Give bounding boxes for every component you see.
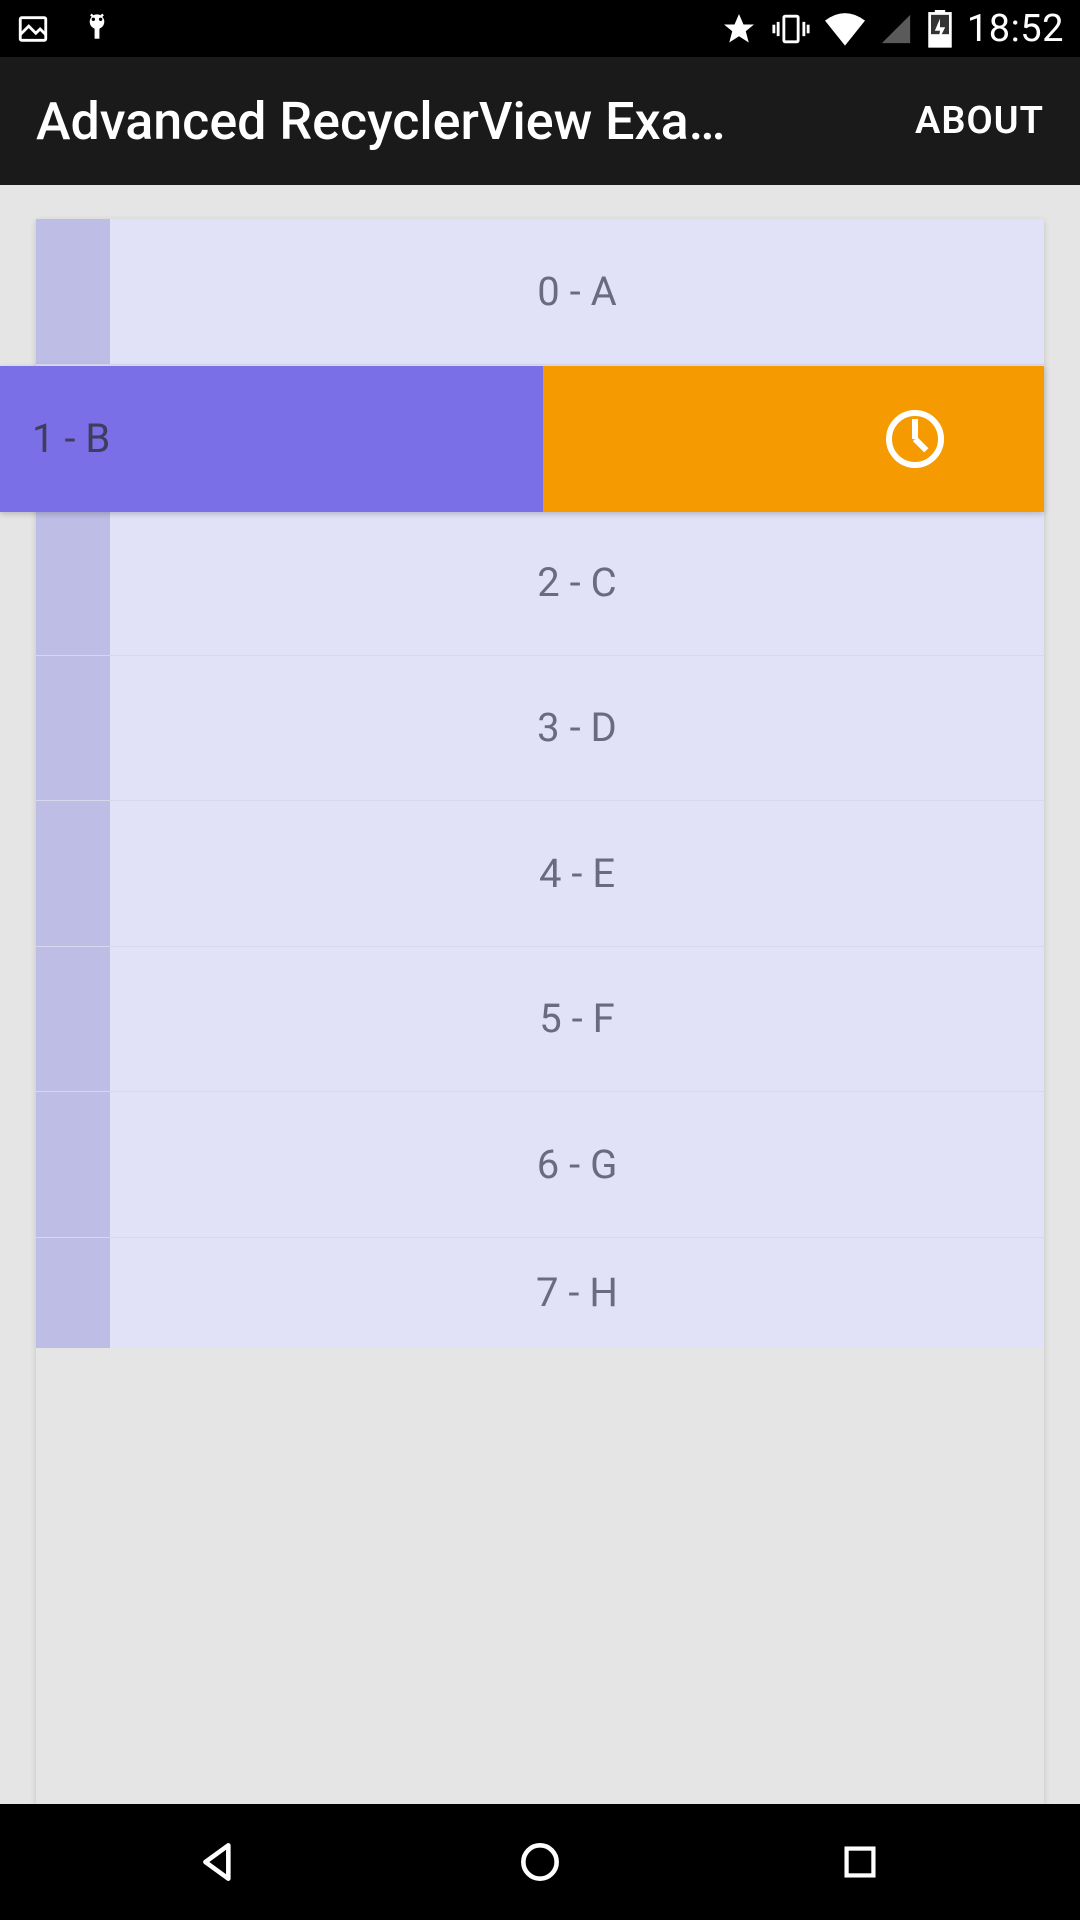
star-icon (721, 11, 757, 47)
wifi-icon (825, 12, 865, 46)
navigation-bar (0, 1804, 1080, 1920)
list-item[interactable]: 6 - G (36, 1092, 1044, 1238)
list-item[interactable]: 0 - A (36, 219, 1044, 365)
list-item[interactable]: 2 - C (36, 510, 1044, 656)
drag-handle[interactable] (36, 801, 110, 946)
list-item-content[interactable]: 6 - G (110, 1092, 1044, 1237)
list-item-swiped[interactable]: 1 - B (0, 366, 1044, 512)
list-item[interactable]: 4 - E (36, 801, 1044, 947)
drag-handle[interactable] (36, 656, 110, 801)
app-title: Advanced RecyclerView Exa… (36, 91, 895, 152)
list-item-label: 7 - H (536, 1269, 618, 1316)
list-item[interactable]: 3 - D (36, 656, 1044, 802)
recents-button[interactable] (824, 1826, 896, 1898)
list-item-label: 1 - B (32, 415, 110, 462)
back-button[interactable] (184, 1826, 256, 1898)
list-item-front[interactable]: 1 - B (0, 366, 543, 512)
list-item[interactable]: 7 - H (36, 1238, 1044, 1348)
list-item-label: 4 - E (539, 850, 615, 897)
list-item-content[interactable]: 7 - H (110, 1238, 1044, 1348)
status-left-group (16, 12, 112, 46)
drag-handle[interactable] (36, 510, 110, 655)
list-item-content[interactable]: 0 - A (110, 219, 1044, 364)
list-item-content[interactable]: 2 - C (110, 510, 1044, 655)
list-item-content[interactable]: 3 - D (110, 656, 1044, 801)
drag-handle[interactable] (36, 947, 110, 1092)
content-area: 0 - A 2 - C 3 - D 4 - E (0, 185, 1080, 1804)
image-icon (16, 12, 50, 46)
drag-handle[interactable] (36, 1092, 110, 1237)
list-item-label: 6 - G (537, 1141, 618, 1188)
app-bar: Advanced RecyclerView Exa… ABOUT (0, 57, 1080, 185)
list-item-label: 5 - F (539, 995, 615, 1042)
drag-handle[interactable] (36, 219, 110, 364)
status-bar: 18:52 (0, 0, 1080, 57)
home-button[interactable] (504, 1826, 576, 1898)
drag-handle[interactable] (36, 1238, 110, 1348)
clock-icon[interactable] (886, 410, 944, 468)
list-item-label: 0 - A (537, 268, 616, 315)
android-debug-icon (82, 12, 112, 46)
status-time: 18:52 (967, 7, 1064, 51)
battery-charging-icon (927, 10, 953, 48)
status-right-group: 18:52 (721, 7, 1064, 51)
about-button[interactable]: ABOUT (895, 79, 1044, 163)
list-item-content[interactable]: 5 - F (110, 947, 1044, 1092)
list-item[interactable]: 5 - F (36, 947, 1044, 1093)
list-item-label: 2 - C (537, 559, 616, 606)
swipe-action-area[interactable] (543, 366, 1044, 512)
cell-icon (879, 12, 913, 46)
vibrate-icon (771, 11, 811, 47)
list-item-label: 3 - D (537, 704, 617, 751)
list-item-content[interactable]: 4 - E (110, 801, 1044, 946)
